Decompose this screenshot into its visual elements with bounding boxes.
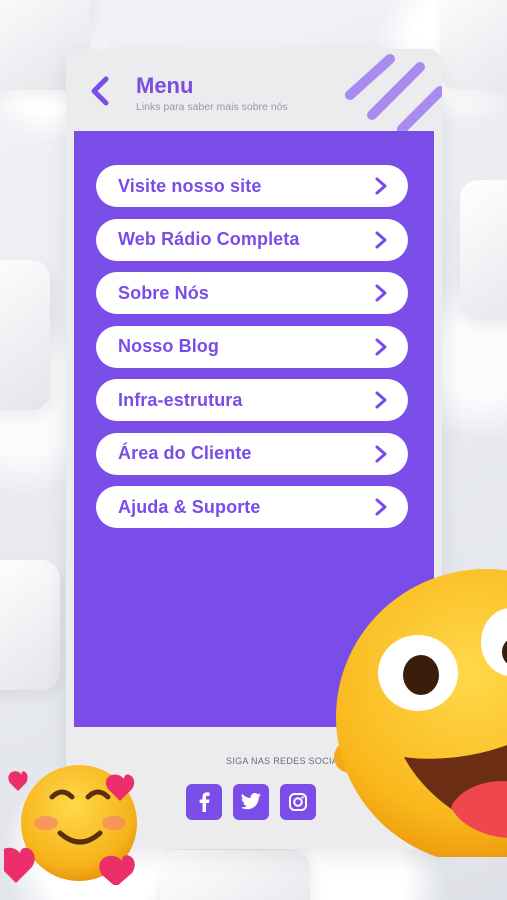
menu-item-visite-nosso-site[interactable]: Visite nosso site (96, 165, 408, 207)
menu-item-label: Sobre Nós (118, 282, 209, 303)
chevron-right-icon (375, 231, 387, 248)
chevron-right-icon (375, 284, 387, 302)
chevron-right-icon (375, 391, 387, 409)
twitter-button[interactable] (233, 784, 269, 820)
menu-item-sobre-nos[interactable]: Sobre Nós (96, 272, 408, 314)
page-subtitle: Links para saber mais sobre nós (136, 101, 288, 113)
chevron-right-icon (375, 338, 387, 355)
menu-item-area-do-cliente[interactable]: Área do Cliente (96, 432, 408, 475)
menu-item-web-radio[interactable]: Web Rádio Completa (96, 218, 408, 261)
decorative-stripes (345, 54, 442, 131)
facebook-icon (199, 792, 210, 812)
header: Menu Links para saber mais sobre nós (66, 49, 442, 131)
facebook-button[interactable] (186, 784, 222, 820)
twitter-icon (240, 793, 262, 810)
menu-item-label: Infra-estrutura (118, 389, 243, 410)
menu-item-ajuda-suporte[interactable]: Ajuda & Suporte (96, 486, 408, 528)
smiling-face-with-hearts-emoji-icon (4, 765, 137, 885)
menu-item-label: Visite nosso site (118, 175, 262, 196)
chevron-right-icon (375, 445, 387, 462)
chevron-right-icon (375, 177, 387, 195)
instagram-button[interactable] (280, 784, 316, 820)
page-title: Menu (136, 73, 194, 98)
menu-list: Visite nosso site Web Rádio Completa Sob… (96, 165, 408, 540)
menu-item-label: Web Rádio Completa (118, 229, 300, 249)
back-arrow-icon[interactable] (86, 75, 114, 107)
instagram-icon (289, 793, 307, 811)
excited-face-emoji-icon (334, 569, 507, 857)
chevron-right-icon (375, 498, 387, 516)
menu-item-label: Nosso Blog (118, 336, 220, 356)
menu-item-infra-estrutura[interactable]: Infra-estrutura (96, 379, 408, 421)
menu-item-nosso-blog[interactable]: Nosso Blog (96, 325, 408, 368)
menu-item-label: Área do Cliente (118, 443, 252, 463)
menu-item-label: Ajuda & Suporte (118, 496, 261, 517)
